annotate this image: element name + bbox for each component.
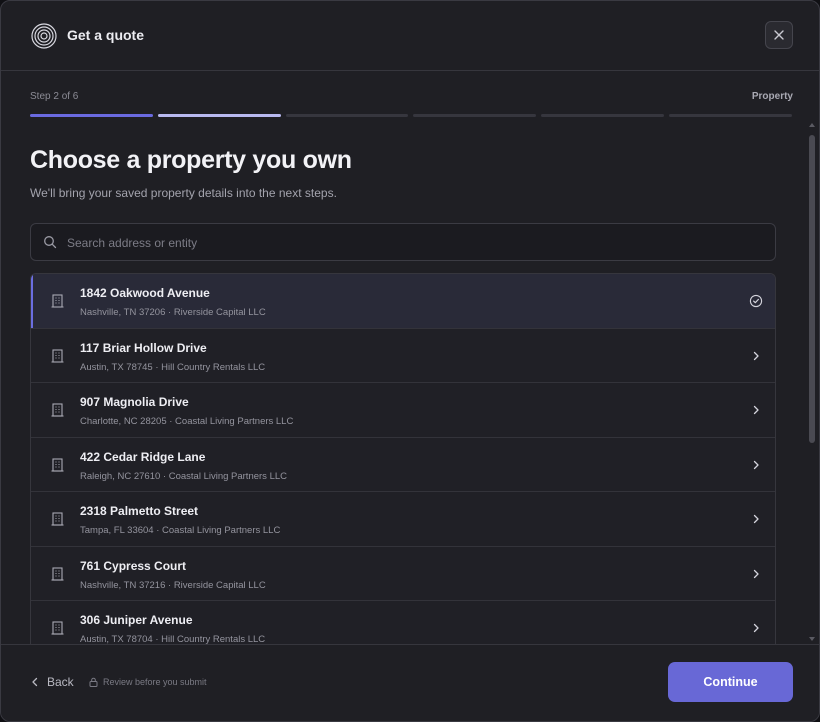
quote-modal: Get a quote Step 2 of 6 Property Choose …	[0, 0, 820, 722]
search-icon	[44, 236, 57, 249]
property-address: 422 Cedar Ridge Lane	[80, 449, 206, 464]
property-row[interactable]: 1842 Oakwood Avenue Nashville, TN 37206 ·…	[31, 274, 775, 329]
chevron-right-icon	[753, 460, 759, 469]
building-icon	[51, 566, 64, 581]
building-icon	[51, 403, 64, 417]
property-meta: Austin, TX 78745 · Hill Country Rentals …	[80, 361, 266, 373]
modal-header: Get a quote	[1, 1, 819, 71]
back-button-label: Back	[47, 675, 74, 689]
chevron-right-icon	[753, 351, 759, 360]
review-note-text: Review before you submit	[103, 677, 207, 687]
property-address: 1842 Oakwood Avenue	[80, 286, 210, 300]
modal-title: Get a quote	[67, 27, 145, 43]
chevron-right-icon	[753, 569, 759, 578]
search-input[interactable]	[65, 224, 769, 262]
back-button[interactable]: Back	[31, 675, 74, 689]
progress-segment	[669, 114, 792, 117]
step-counter: Step 2 of 6	[30, 91, 79, 102]
chevron-right-icon	[753, 405, 759, 415]
check-circle-icon	[749, 294, 763, 308]
scroll-down-arrow-icon[interactable]	[808, 635, 816, 643]
building-icon	[51, 457, 64, 472]
scroll-up-arrow-icon[interactable]	[808, 121, 816, 129]
property-row[interactable]: 117 Briar Hollow Drive Austin, TX 78745 ·…	[31, 328, 775, 383]
modal-footer: Back Review before you submit Continue	[1, 644, 819, 721]
property-meta: Raleigh, NC 27610 · Coastal Living Partn…	[80, 470, 287, 482]
progress-segment	[541, 114, 665, 117]
property-meta: Tampa, FL 33604 · Coastal Living Partner…	[80, 525, 281, 536]
property-meta: Nashville, TN 37216 · Riverside Capital …	[80, 579, 266, 591]
building-icon	[51, 621, 64, 635]
continue-button[interactable]: Continue	[668, 662, 793, 702]
chevron-left-icon	[32, 677, 38, 687]
property-address: 306 Juniper Avenue	[80, 613, 193, 627]
scrollbar-thumb[interactable]	[809, 135, 815, 443]
scrollbar[interactable]	[807, 121, 817, 643]
chevron-right-icon	[753, 623, 759, 633]
progress-segment	[285, 114, 409, 117]
property-address: 907 Magnolia Drive	[80, 395, 189, 409]
property-row[interactable]: 422 Cedar Ridge Lane Raleigh, NC 27610 · …	[31, 437, 775, 492]
property-meta: Charlotte, NC 28205 · Coastal Living Par…	[80, 416, 294, 427]
search-field	[30, 223, 776, 262]
property-row[interactable]: 907 Magnolia Drive Charlotte, NC 28205 · …	[31, 383, 775, 438]
building-icon	[51, 294, 64, 308]
progress-segment	[413, 114, 537, 117]
property-row[interactable]: 306 Juniper Avenue Austin, TX 78704 · Hil…	[31, 601, 775, 645]
property-row[interactable]: 2318 Palmetto Street Tampa, FL 33604 · Co…	[31, 492, 775, 547]
chevron-right-icon	[753, 514, 759, 524]
progress-segment	[157, 114, 281, 117]
review-note: Review before you submit	[89, 677, 207, 687]
close-button[interactable]	[765, 21, 793, 49]
property-address: 2318 Palmetto Street	[80, 504, 199, 518]
lock-icon	[89, 677, 98, 687]
brand-logo-icon	[31, 23, 57, 49]
close-icon	[774, 30, 784, 40]
step-progress-bar	[30, 114, 792, 117]
property-address: 761 Cypress Court	[80, 558, 187, 573]
step-name: Property	[751, 91, 793, 102]
building-icon	[51, 512, 64, 526]
property-meta: Nashville, TN 37206 · Riverside Capital …	[80, 307, 266, 318]
property-row[interactable]: 761 Cypress Court Nashville, TN 37216 · R…	[31, 546, 775, 601]
progress-segment	[30, 114, 153, 117]
page-subtitle: We'll bring your saved property details …	[30, 186, 337, 200]
building-icon	[51, 348, 64, 363]
property-address: 117 Briar Hollow Drive	[80, 340, 207, 355]
page-title: Choose a property you own	[30, 146, 352, 174]
property-list: 1842 Oakwood Avenue Nashville, TN 37206 ·…	[30, 273, 776, 645]
